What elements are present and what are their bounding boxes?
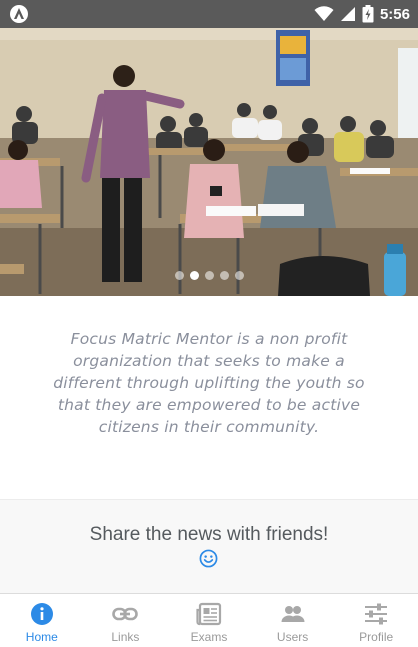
- hero-carousel[interactable]: [0, 28, 418, 296]
- wifi-icon: [314, 6, 334, 21]
- share-section[interactable]: Share the news with friends!: [0, 499, 418, 593]
- carousel-dot-active[interactable]: [189, 271, 199, 280]
- carousel-dots[interactable]: [0, 271, 418, 283]
- sliders-icon: [365, 603, 388, 625]
- nav-item-users[interactable]: Users: [251, 594, 335, 647]
- mission-statement: Focus Matric Mentor is a non profit orga…: [53, 330, 365, 436]
- status-icons: 5:56: [314, 0, 410, 28]
- users-icon: [281, 606, 305, 622]
- nav-label-profile: Profile: [359, 630, 394, 644]
- nav-item-home[interactable]: Home: [0, 594, 84, 647]
- bottom-nav: Home Links Exams Users Profile: [0, 593, 418, 647]
- newspaper-icon: [196, 602, 222, 626]
- nav-label-exams: Exams: [190, 630, 228, 644]
- carousel-dot[interactable]: [174, 271, 184, 280]
- nav-item-profile[interactable]: Profile: [334, 594, 418, 647]
- share-label[interactable]: Share the news with friends!: [0, 524, 418, 546]
- nav-label-home: Home: [25, 630, 58, 644]
- battery-icon: [362, 5, 374, 23]
- classroom-photo: [0, 28, 418, 296]
- info-icon: [30, 603, 53, 625]
- nav-label-links: Links: [111, 630, 140, 644]
- app-logo-icon: [10, 5, 28, 23]
- link-icon: [112, 607, 139, 621]
- clock: 5:56: [379, 5, 410, 23]
- carousel-dot[interactable]: [204, 271, 214, 280]
- carousel-dot[interactable]: [234, 271, 244, 280]
- nav-label-users: Users: [276, 630, 309, 644]
- smiley-icon[interactable]: [199, 549, 218, 568]
- status-bar: 5:56: [0, 0, 418, 28]
- nav-item-exams[interactable]: Exams: [167, 594, 251, 647]
- carousel-dot[interactable]: [219, 271, 229, 280]
- nav-item-links[interactable]: Links: [84, 594, 168, 647]
- cell-signal-icon: [340, 7, 355, 21]
